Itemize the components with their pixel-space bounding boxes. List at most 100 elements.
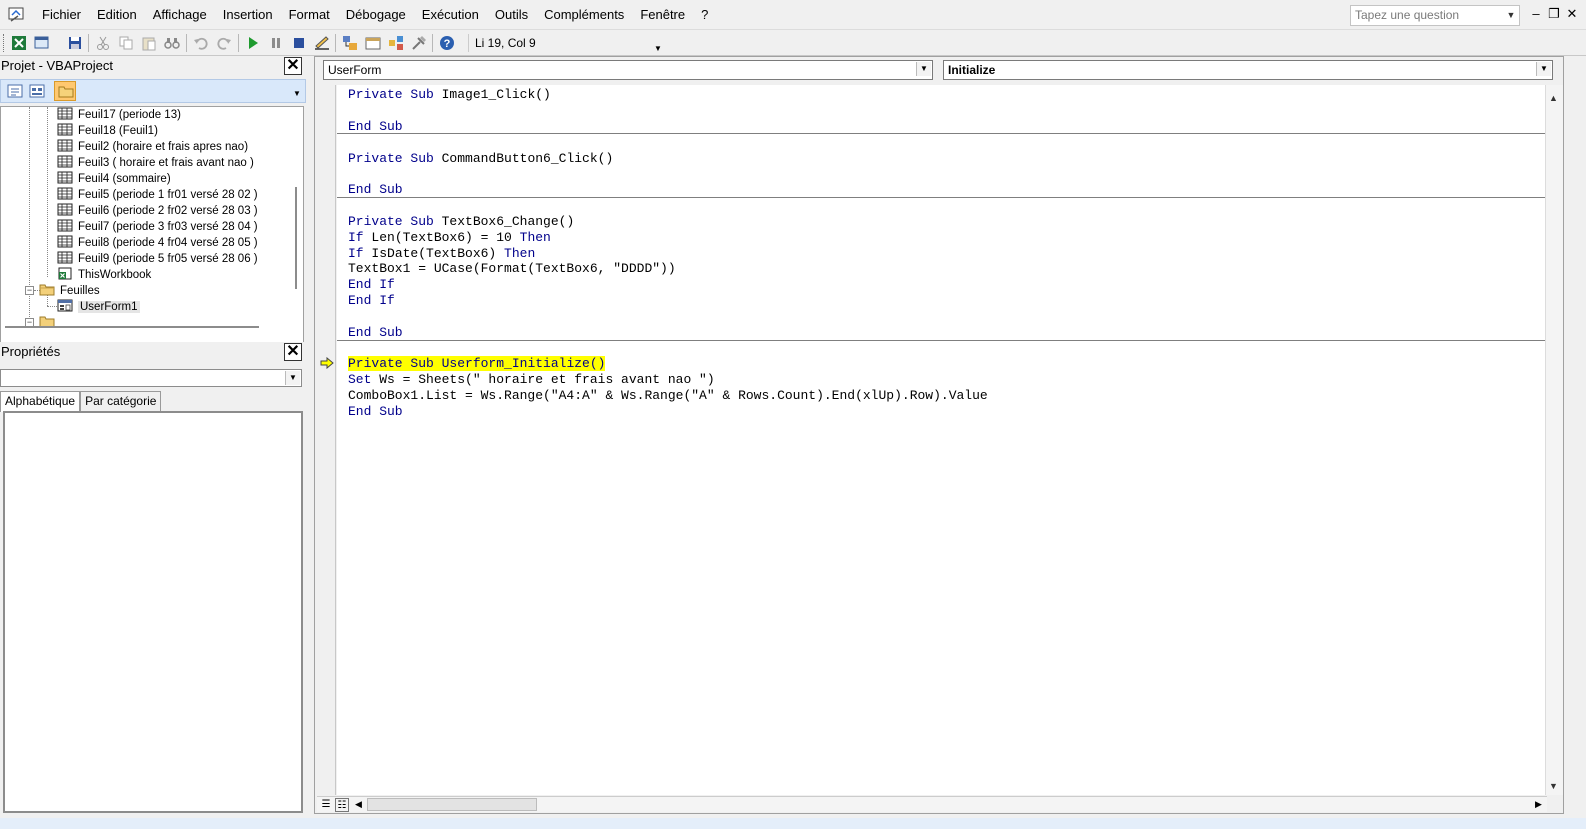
- menu-affichage[interactable]: Affichage: [145, 0, 215, 30]
- worksheet-icon: [57, 203, 73, 216]
- tree-item-thisworkbook[interactable]: ThisWorkbook: [57, 267, 151, 283]
- project-explorer-icon[interactable]: [341, 34, 359, 52]
- menu-edition[interactable]: Edition: [89, 0, 145, 30]
- collapse-icon[interactable]: −: [25, 286, 34, 295]
- code-editor[interactable]: Private Sub Image1_Click() End Sub Priva…: [337, 85, 1545, 795]
- save-icon[interactable]: [66, 34, 84, 52]
- properties-panel-title-text: Propriétés: [1, 344, 61, 359]
- worksheet-icon: [57, 107, 73, 120]
- procedure-combo[interactable]: Initialize ▼: [943, 60, 1553, 80]
- vba-app-icon[interactable]: [8, 6, 26, 23]
- tree-item-feuil4[interactable]: Feuil4 (sommaire): [57, 171, 171, 187]
- minimize-icon[interactable]: –: [1528, 6, 1544, 22]
- chevron-down-icon[interactable]: ▼: [285, 371, 300, 385]
- menu-outils[interactable]: Outils: [487, 0, 536, 30]
- tree-item-feuil2[interactable]: Feuil2 (horaire et frais apres nao): [57, 139, 248, 155]
- copy-icon[interactable]: [117, 34, 135, 52]
- code-line: If Len(TextBox6) = 10 Then: [348, 230, 551, 246]
- menu-complements[interactable]: Compléments: [536, 0, 632, 30]
- toolbar-options-icon[interactable]: ▼: [654, 44, 662, 53]
- tree-item-userform1[interactable]: UserForm1: [57, 299, 140, 315]
- scroll-left-icon[interactable]: ◀: [355, 799, 362, 810]
- code-text: IsDate(TextBox6): [363, 246, 505, 261]
- menu-fenetre[interactable]: Fenêtre: [632, 0, 693, 30]
- menu-help[interactable]: ?: [693, 0, 716, 30]
- toolbar-grip[interactable]: [3, 34, 6, 52]
- menu-fichier[interactable]: Fichier: [34, 0, 89, 30]
- tree-line: [47, 107, 48, 277]
- toolbox-icon[interactable]: [410, 34, 428, 52]
- tree-item-feuil7[interactable]: Feuil7 (periode 3 fr03 versé 28 04 ): [57, 219, 258, 235]
- redo-icon[interactable]: [215, 34, 233, 52]
- properties-window-icon[interactable]: [364, 34, 382, 52]
- tab-alphabetique[interactable]: Alphabétique: [0, 391, 81, 412]
- insert-userform-icon[interactable]: [33, 34, 51, 52]
- code-line: Set Ws = Sheets(" horaire et frais avant…: [348, 372, 715, 388]
- tree-item-feuil6[interactable]: Feuil6 (periode 2 fr02 versé 28 03 ): [57, 203, 258, 219]
- procedure-view-icon[interactable]: ☰: [319, 798, 333, 812]
- chevron-down-icon[interactable]: ▼: [1536, 62, 1551, 76]
- tree-item-label: Feuil7 (periode 3 fr03 versé 28 04 ): [78, 221, 258, 233]
- undo-icon[interactable]: [192, 34, 210, 52]
- ask-question-input[interactable]: Tapez une question ▼: [1350, 5, 1520, 26]
- margin-indicator-bar[interactable]: [317, 85, 336, 795]
- close-icon[interactable]: ✕: [1564, 6, 1580, 22]
- code-line: End Sub: [348, 182, 403, 198]
- menu-insertion[interactable]: Insertion: [215, 0, 281, 30]
- code-keyword: Private Sub: [348, 87, 434, 102]
- full-module-view-icon[interactable]: ☷: [335, 798, 349, 812]
- ask-dropdown-icon[interactable]: ▼: [1505, 7, 1517, 24]
- toggle-folders-button[interactable]: [54, 81, 76, 101]
- scroll-up-icon[interactable]: ▲: [1549, 93, 1558, 103]
- menu-debogage[interactable]: Débogage: [338, 0, 414, 30]
- tree-item-feuilles-folder[interactable]: Feuilles: [39, 283, 100, 299]
- code-line: End If: [348, 293, 395, 309]
- paste-icon[interactable]: [140, 34, 158, 52]
- run-icon[interactable]: [244, 34, 262, 52]
- tree-item-feuil18[interactable]: Feuil18 (Feuil1): [57, 123, 158, 139]
- folder-icon: [58, 86, 74, 98]
- design-mode-icon[interactable]: [313, 34, 331, 52]
- vertical-scrollbar[interactable]: ▲ ▼: [1545, 85, 1563, 795]
- tree-item-feuil17[interactable]: Feuil17 (periode 13): [57, 107, 181, 123]
- code-window: UserForm ▼ Initialize ▼ Private Sub Imag…: [314, 56, 1564, 814]
- restore-icon[interactable]: ❐: [1546, 6, 1562, 22]
- standard-toolbar: ▼ ? Li 19, Col 9 ▼: [0, 30, 1586, 77]
- stop-icon[interactable]: [290, 34, 308, 52]
- view-code-icon[interactable]: [7, 83, 23, 99]
- menu-execution[interactable]: Exécution: [414, 0, 487, 30]
- properties-grid[interactable]: [3, 411, 303, 813]
- tree-item-label: Feuil5 (periode 1 fr01 versé 28 02 ): [78, 189, 258, 201]
- tree-item-feuil8[interactable]: Feuil8 (periode 4 fr04 versé 28 05 ): [57, 235, 258, 251]
- scroll-right-icon[interactable]: ▶: [1535, 799, 1542, 810]
- worksheet-icon: [57, 139, 73, 152]
- chevron-down-icon[interactable]: ▼: [916, 62, 931, 76]
- tree-vertical-scrollbar[interactable]: [295, 187, 297, 289]
- pause-icon[interactable]: [267, 34, 285, 52]
- object-browser-icon[interactable]: [387, 34, 405, 52]
- tab-par-categorie[interactable]: Par catégorie: [80, 391, 162, 411]
- project-toolbar-options-icon[interactable]: ▼: [293, 89, 301, 98]
- horizontal-scrollbar[interactable]: ☰ ☷ ◀ ▶: [317, 796, 1547, 812]
- window-bottom-edge: [0, 818, 1586, 829]
- close-icon[interactable]: ✕: [284, 343, 302, 361]
- help-icon[interactable]: ?: [438, 34, 456, 52]
- object-combo[interactable]: UserForm ▼: [323, 60, 933, 80]
- tree-item-feuil5[interactable]: Feuil5 (periode 1 fr01 versé 28 02 ): [57, 187, 258, 203]
- tree-item-label: Feuil4 (sommaire): [78, 173, 171, 185]
- code-keyword: End If: [348, 277, 395, 292]
- horizontal-scroll-thumb[interactable]: [367, 798, 537, 811]
- object-select[interactable]: ▼: [0, 369, 302, 387]
- tree-item-label: Feuil18 (Feuil1): [78, 125, 158, 137]
- close-icon[interactable]: ✕: [284, 57, 302, 75]
- tree-item-feuil9[interactable]: Feuil9 (periode 5 fr05 versé 28 06 ): [57, 251, 258, 267]
- project-panel-title: Projet - VBAProject ✕: [0, 56, 306, 76]
- view-object-icon[interactable]: [29, 83, 45, 99]
- tree-horizontal-scrollbar[interactable]: [5, 326, 259, 328]
- find-icon[interactable]: [163, 34, 181, 52]
- excel-view-icon[interactable]: [10, 34, 28, 52]
- cut-icon[interactable]: [94, 34, 112, 52]
- menu-format[interactable]: Format: [281, 0, 338, 30]
- scroll-down-icon[interactable]: ▼: [1549, 781, 1558, 791]
- tree-item-feuil3[interactable]: Feuil3 ( horaire et frais avant nao ): [57, 155, 254, 171]
